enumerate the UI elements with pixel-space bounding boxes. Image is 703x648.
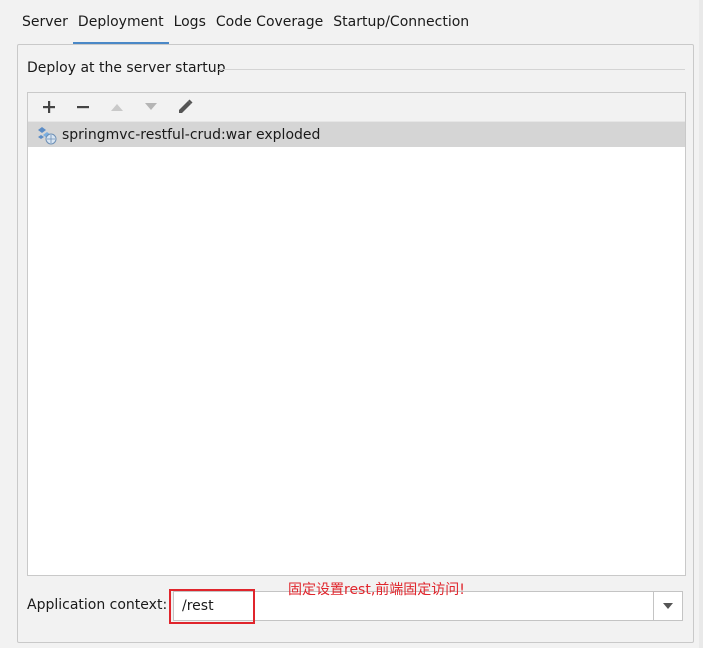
application-context-label: Application context: [27, 597, 168, 613]
arrow-up-icon [111, 104, 123, 111]
move-up-button[interactable] [104, 95, 130, 119]
move-down-button[interactable] [138, 95, 164, 119]
list-item-label: springmvc-restful-crud:war exploded [62, 126, 321, 143]
deployment-toolbar [28, 93, 685, 122]
application-context-input[interactable] [174, 592, 653, 620]
deploy-group-title: Deploy at the server startup [27, 60, 226, 76]
minus-icon [77, 106, 89, 109]
tab-code-coverage[interactable]: Code Coverage [211, 8, 328, 39]
tab-deployment[interactable]: Deployment [72, 8, 169, 45]
tab-server[interactable]: Server [17, 8, 73, 39]
tab-logs[interactable]: Logs [169, 8, 211, 39]
artifact-exploded-icon [38, 125, 58, 145]
plus-icon [43, 101, 55, 113]
edit-button[interactable] [172, 95, 198, 119]
deployment-list[interactable]: springmvc-restful-crud:war exploded [27, 92, 686, 576]
deployment-panel: Deploy at the server startup springmvc-r… [17, 44, 694, 643]
arrow-down-icon [145, 103, 157, 110]
remove-button[interactable] [70, 95, 96, 119]
tab-startup-connection[interactable]: Startup/Connection [328, 8, 474, 39]
pencil-icon [179, 99, 193, 113]
chevron-down-icon [663, 603, 673, 609]
group-separator [218, 69, 685, 70]
application-context-dropdown-button[interactable] [653, 592, 682, 620]
window-edge [699, 0, 703, 648]
add-button[interactable] [36, 95, 62, 119]
application-context-combo[interactable] [173, 591, 683, 621]
tab-bar: Server Deployment Logs Code Coverage Sta… [17, 8, 474, 45]
list-item[interactable]: springmvc-restful-crud:war exploded [28, 122, 685, 147]
